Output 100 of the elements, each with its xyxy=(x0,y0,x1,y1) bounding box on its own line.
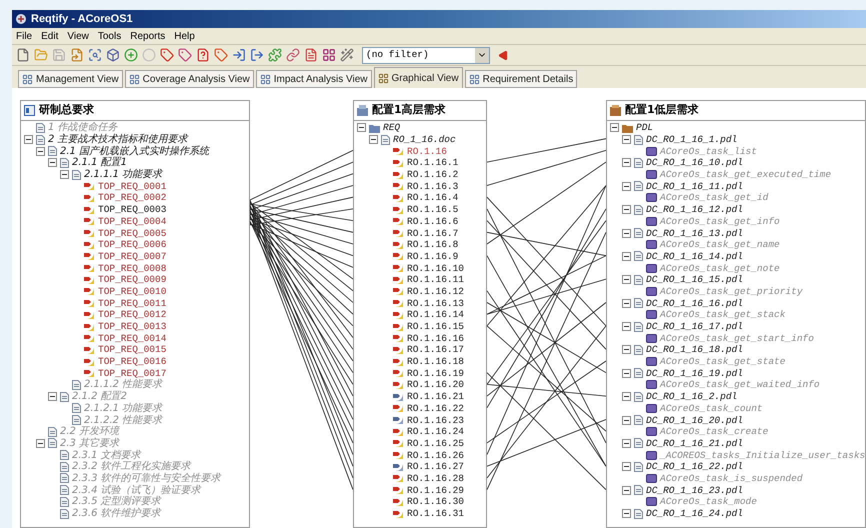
puzzle-icon[interactable] xyxy=(268,48,282,62)
collapse-toggle[interactable] xyxy=(60,170,69,180)
tree-item[interactable]: RO.1.16.1 xyxy=(407,157,458,168)
collapse-toggle[interactable] xyxy=(369,135,378,144)
tree-item[interactable]: RO.1.16.15 xyxy=(407,321,464,332)
plus-circle-icon[interactable] xyxy=(124,48,138,62)
collapse-toggle[interactable] xyxy=(622,345,631,354)
tree-item[interactable]: RO.1.16.13 xyxy=(407,298,464,309)
tree-item[interactable]: 2.1.2.1 功能要求 xyxy=(84,402,162,414)
tree-item[interactable]: RO.1.16.2 xyxy=(407,169,458,180)
tree-item[interactable]: RO.1.16.24 xyxy=(407,426,464,438)
cube-icon[interactable] xyxy=(106,48,120,62)
tree-item[interactable]: TOP_REQ_0017 xyxy=(98,368,166,379)
import-icon[interactable] xyxy=(232,48,246,62)
document-arrow-icon[interactable] xyxy=(70,48,84,62)
tree-item[interactable]: RO.1.16.28 xyxy=(407,472,464,484)
tree-item[interactable]: 2.1.1.2 性能要求 xyxy=(84,379,162,390)
link-icon[interactable] xyxy=(286,48,300,62)
collapse-toggle[interactable] xyxy=(622,275,631,284)
tree-item[interactable]: 2 主要战术技术指标和使用要求 xyxy=(48,134,188,146)
tree-item[interactable]: RO.1.16.11 xyxy=(407,274,464,286)
tree-item[interactable]: RO.1.16.4 xyxy=(407,192,458,204)
tree-item[interactable]: 2.1.1.1 功能要求 xyxy=(84,169,162,180)
collapse-toggle[interactable] xyxy=(36,438,45,448)
tree-item[interactable]: DC_RO_1_16_16.pdl xyxy=(646,298,743,309)
tree-item[interactable]: 2.1.2.2 性能要求 xyxy=(84,414,162,426)
collapse-toggle[interactable] xyxy=(622,135,631,144)
tree-item[interactable]: REQ xyxy=(383,122,400,134)
tag-icon[interactable] xyxy=(160,48,174,62)
tree-item[interactable]: DC_RO_1_16_20.pdl xyxy=(646,414,743,426)
menu-item[interactable]: Edit xyxy=(41,28,58,44)
grid-icon[interactable] xyxy=(322,48,336,62)
document-icon[interactable] xyxy=(304,48,318,62)
tree-item[interactable]: DC_RO_1_16_22.pdl xyxy=(646,461,743,472)
tree-item[interactable]: RO.1.16.19 xyxy=(407,368,464,379)
tree-item[interactable]: RO.1.16.10 xyxy=(407,262,464,274)
collapse-toggle[interactable] xyxy=(24,135,33,144)
tag-icon[interactable] xyxy=(178,48,192,62)
tree-item[interactable]: TOP_REQ_0005 xyxy=(98,228,166,239)
tree-item[interactable]: RO.1.16.27 xyxy=(407,461,464,472)
tree-item[interactable]: TOP_REQ_0012 xyxy=(98,309,166,320)
tree-item[interactable]: RO.1.16.7 xyxy=(407,228,458,239)
tree-item[interactable]: DC_RO_1_16_2.pdl xyxy=(646,391,738,402)
tree-item[interactable]: RO.1.16.22 xyxy=(407,402,464,414)
tree-item[interactable]: DC_RO_1_16_15.pdl xyxy=(646,274,743,286)
tree-item[interactable]: TOP_REQ_0001 xyxy=(98,180,166,192)
tree-item[interactable]: DC_RO_1_16_13.pdl xyxy=(646,228,743,239)
collapse-toggle[interactable] xyxy=(622,228,631,238)
wand-icon[interactable] xyxy=(340,48,354,62)
tree-item[interactable]: RO_1_16.doc xyxy=(393,134,456,146)
tree-item[interactable]: RO.1.16.6 xyxy=(407,216,458,227)
tree-item[interactable]: RO.1.16.21 xyxy=(407,391,464,402)
collapse-toggle[interactable] xyxy=(48,392,57,402)
tree-item[interactable]: DC_RO_1_16_14.pdl xyxy=(646,250,743,262)
collapse-toggle[interactable] xyxy=(622,252,631,261)
tree-item[interactable]: 2.1 国产机载嵌入式实时操作系统 xyxy=(60,146,210,157)
tree-item[interactable]: DC_RO_1_16_18.pdl xyxy=(646,344,743,356)
collapse-toggle[interactable] xyxy=(622,509,631,518)
collapse-toggle[interactable] xyxy=(622,158,631,168)
tree-item[interactable]: TOP_REQ_0008 xyxy=(98,262,166,274)
tree-item[interactable]: TOP_REQ_0010 xyxy=(98,286,166,297)
collapse-toggle[interactable] xyxy=(48,158,57,168)
new-file-icon[interactable] xyxy=(16,48,30,62)
collapse-toggle[interactable] xyxy=(622,392,631,402)
tree-item[interactable]: TOP_REQ_0003 xyxy=(98,204,166,216)
tree-item[interactable]: TOP_REQ_0006 xyxy=(98,239,166,250)
tree-item[interactable]: RO.1.16.17 xyxy=(407,344,464,356)
tree-item[interactable]: TOP_REQ_0002 xyxy=(98,192,166,204)
collapse-toggle[interactable] xyxy=(36,146,45,156)
tree-item[interactable]: RO.1.16.5 xyxy=(407,204,458,216)
tree-item[interactable]: RO.1.16.16 xyxy=(407,332,464,344)
collapse-toggle[interactable] xyxy=(610,123,619,132)
tree-item[interactable]: TOP_REQ_0007 xyxy=(98,250,166,262)
tree-item[interactable]: DC_RO_1_16_17.pdl xyxy=(646,321,743,332)
tree-item[interactable]: TOP_REQ_0011 xyxy=(98,298,166,309)
tree-item[interactable]: 2.1.1 配置1 xyxy=(72,157,127,168)
question-icon[interactable] xyxy=(196,48,210,62)
tag-icon[interactable] xyxy=(214,48,228,62)
search-icon[interactable] xyxy=(88,48,102,62)
tree-item[interactable]: RO.1.16.3 xyxy=(407,180,458,192)
collapse-toggle[interactable] xyxy=(622,486,631,495)
tree-item[interactable]: TOP_REQ_0013 xyxy=(98,321,166,332)
collapse-toggle[interactable] xyxy=(622,205,631,214)
tree-item[interactable]: DC_RO_1_16_23.pdl xyxy=(646,484,743,496)
menu-item[interactable]: Help xyxy=(174,28,195,44)
tree-item[interactable]: TOP_REQ_0004 xyxy=(98,216,166,227)
tree-item[interactable]: TOP_REQ_0016 xyxy=(98,356,166,368)
tree-item[interactable]: RO.1.16.20 xyxy=(407,379,464,390)
menu-item[interactable]: View xyxy=(67,28,89,44)
play-icon[interactable] xyxy=(498,50,509,60)
menu-item[interactable]: File xyxy=(16,28,32,44)
tree-item[interactable]: DC_RO_1_16_10.pdl xyxy=(646,157,743,168)
filter-dropdown[interactable]: (no filter) xyxy=(362,46,490,64)
collapse-toggle[interactable] xyxy=(622,298,631,308)
tree-item[interactable]: RO.1.16.8 xyxy=(407,239,458,250)
tree-item[interactable]: DC_RO_1_16_1.pdl xyxy=(646,134,738,146)
view-tab[interactable]: Coverage Analysis View xyxy=(124,70,254,88)
tree-item[interactable]: DC_RO_1_16_24.pdl xyxy=(646,508,743,520)
tree-item[interactable]: RO.1.16.14 xyxy=(407,309,464,320)
menu-item[interactable]: Tools xyxy=(98,28,122,44)
